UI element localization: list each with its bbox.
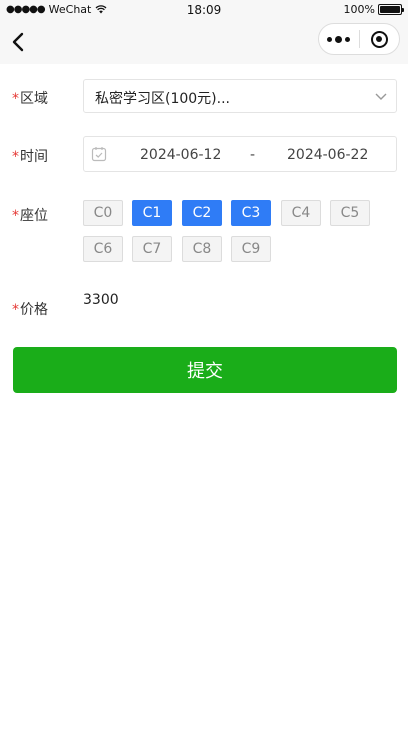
price-value: 3300	[83, 292, 119, 308]
seat-c2[interactable]: C2	[182, 200, 222, 226]
seat-label: *座位	[12, 208, 48, 224]
target-icon	[370, 30, 388, 48]
date-separator: -	[250, 147, 256, 163]
more-icon	[327, 36, 333, 42]
chevron-left-icon	[12, 32, 24, 52]
area-label: *区域	[12, 91, 48, 107]
seat-c9[interactable]: C9	[231, 236, 271, 262]
status-right: 100%	[343, 3, 404, 16]
seat-c5[interactable]: C5	[330, 200, 370, 226]
nav-bar	[0, 20, 408, 64]
chevron-down-icon	[375, 93, 387, 100]
date-range-picker[interactable]: 2024-06-12 - 2024-06-22	[83, 136, 397, 172]
status-bar: ●●●●● WeChat 18:09 100%	[0, 0, 408, 20]
battery-icon	[378, 4, 404, 15]
seat-c7[interactable]: C7	[132, 236, 172, 262]
end-date[interactable]: 2024-06-22	[287, 147, 368, 163]
more-button[interactable]	[319, 24, 359, 54]
mini-program-capsule	[318, 23, 400, 55]
close-button[interactable]	[360, 24, 400, 54]
submit-button[interactable]: 提交	[13, 347, 397, 393]
start-date[interactable]: 2024-06-12	[140, 147, 221, 163]
area-select-value: 私密学习区(100元)...	[95, 91, 230, 107]
seat-c1[interactable]: C1	[132, 200, 172, 226]
back-button[interactable]	[4, 28, 32, 56]
price-label: *价格	[12, 302, 48, 318]
seat-c0[interactable]: C0	[83, 200, 123, 226]
area-select[interactable]: 私密学习区(100元)...	[83, 79, 397, 113]
seat-c8[interactable]: C8	[182, 236, 222, 262]
time-label: *时间	[12, 149, 48, 165]
seat-c4[interactable]: C4	[281, 200, 321, 226]
seat-c6[interactable]: C6	[83, 236, 123, 262]
seat-c3[interactable]: C3	[231, 200, 271, 226]
battery-percent: 100%	[343, 3, 375, 16]
calendar-icon	[91, 147, 107, 162]
